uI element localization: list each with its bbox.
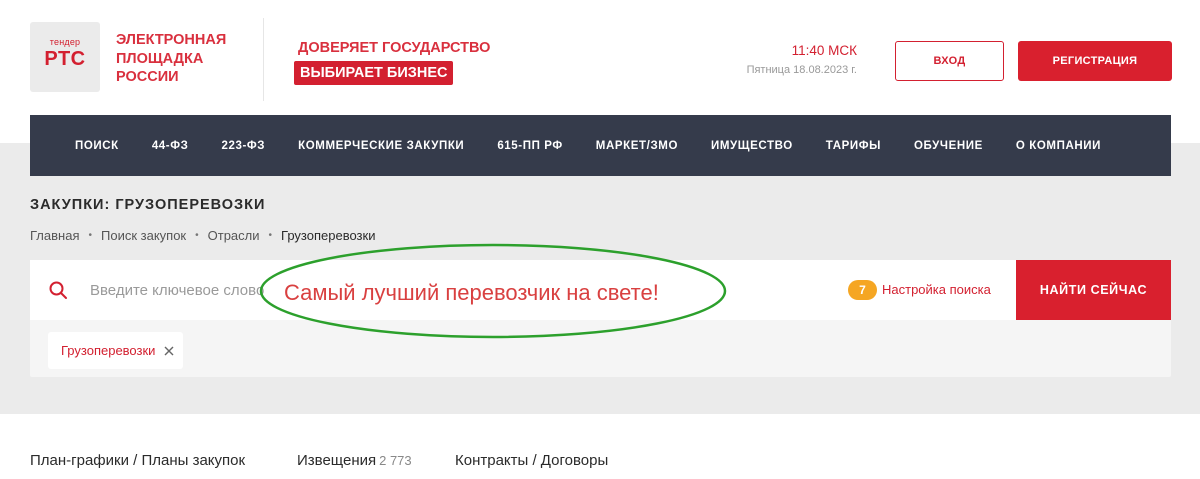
current-time: 11:40 МСК [791, 43, 857, 58]
logo-caption-line: ПЛОЩАДКА [116, 50, 204, 67]
results-tabs: План-графики / Планы закупок Извещения 2 … [0, 414, 1200, 479]
filter-tag: Грузоперевозки [48, 332, 184, 369]
close-icon[interactable] [163, 345, 175, 357]
breadcrumb-separator: • [195, 230, 199, 241]
logo-big-text: РТС [44, 48, 86, 70]
breadcrumb-search[interactable]: Поиск закупок [101, 228, 186, 243]
search-settings-count-badge: 7 [848, 280, 877, 300]
slogan-bottom: ВЫБИРАЕТ БИЗНЕС [294, 61, 454, 85]
nav-item-commercial[interactable]: КОММЕРЧЕСКИЕ ЗАКУПКИ [298, 140, 464, 152]
nav-item-223fz[interactable]: 223-ФЗ [221, 140, 265, 152]
tab-contracts[interactable]: Контракты / Договоры [455, 452, 608, 469]
logo-small-text: тендер [49, 37, 81, 47]
search-icon[interactable] [48, 280, 68, 300]
breadcrumb-home[interactable]: Главная [30, 228, 79, 243]
tab-notices-count: 2 773 [379, 453, 412, 468]
search-settings-link[interactable]: Настройка поиска [882, 282, 991, 297]
breadcrumb-separator: • [268, 230, 273, 241]
tab-notices-label: Извещения [297, 452, 377, 469]
login-button[interactable]: ВХОД [895, 41, 1004, 81]
nav-item-property[interactable]: ИМУЩЕСТВО [711, 140, 793, 152]
tab-contracts-label: Контракты / Договоры [455, 452, 609, 469]
tab-plans[interactable]: План-графики / Планы закупок [30, 452, 245, 469]
tab-notices[interactable]: Извещения 2 773 [297, 452, 412, 469]
logo-caption-line: ЭЛЕКТРОННАЯ [116, 32, 227, 48]
breadcrumb-separator: • [88, 230, 92, 241]
nav-item-tariffs[interactable]: ТАРИФЫ [826, 140, 881, 152]
current-date: Пятница 18.08.2023 г. [746, 64, 857, 76]
nav-item-44fz[interactable]: 44-ФЗ [152, 140, 189, 152]
nav-item-about[interactable]: О КОМПАНИИ [1016, 140, 1101, 152]
filter-tag-label: Грузоперевозки [61, 343, 156, 358]
logo-caption-line: РОССИИ [116, 69, 179, 85]
nav-item-education[interactable]: ОБУЧЕНИЕ [914, 140, 983, 152]
nav-item-search[interactable]: ПОИСК [75, 140, 119, 152]
slogan-top: ДОВЕРЯЕТ ГОСУДАРСТВО [298, 40, 491, 56]
header-divider [263, 18, 264, 101]
page-title: ЗАКУПКИ: ГРУЗОПЕРЕВОЗКИ [30, 197, 266, 213]
breadcrumb-current: Грузоперевозки [281, 228, 376, 243]
nav-item-615pp[interactable]: 615-ПП РФ [497, 140, 562, 152]
logo[interactable]: тендер РТС [30, 22, 100, 92]
annotation-text: Самый лучший перевозчик на свете! [284, 280, 659, 305]
breadcrumb-industries[interactable]: Отрасли [208, 228, 260, 243]
nav-item-market[interactable]: МАРКЕТ/ЗМО [596, 140, 678, 152]
main-nav: ПОИСК 44-ФЗ 223-ФЗ КОММЕРЧЕСКИЕ ЗАКУПКИ … [30, 115, 1171, 176]
register-button[interactable]: РЕГИСТРАЦИЯ [1018, 41, 1172, 81]
logo-caption: ЭЛЕКТРОННАЯ ПЛОЩАДКА РОССИИ [116, 31, 226, 87]
breadcrumb: Главная • Поиск закупок • Отрасли • Груз… [30, 228, 375, 243]
tab-plans-label: План-графики / Планы закупок [30, 452, 246, 469]
search-submit-button[interactable]: НАЙТИ СЕЙЧАС [1016, 260, 1171, 320]
